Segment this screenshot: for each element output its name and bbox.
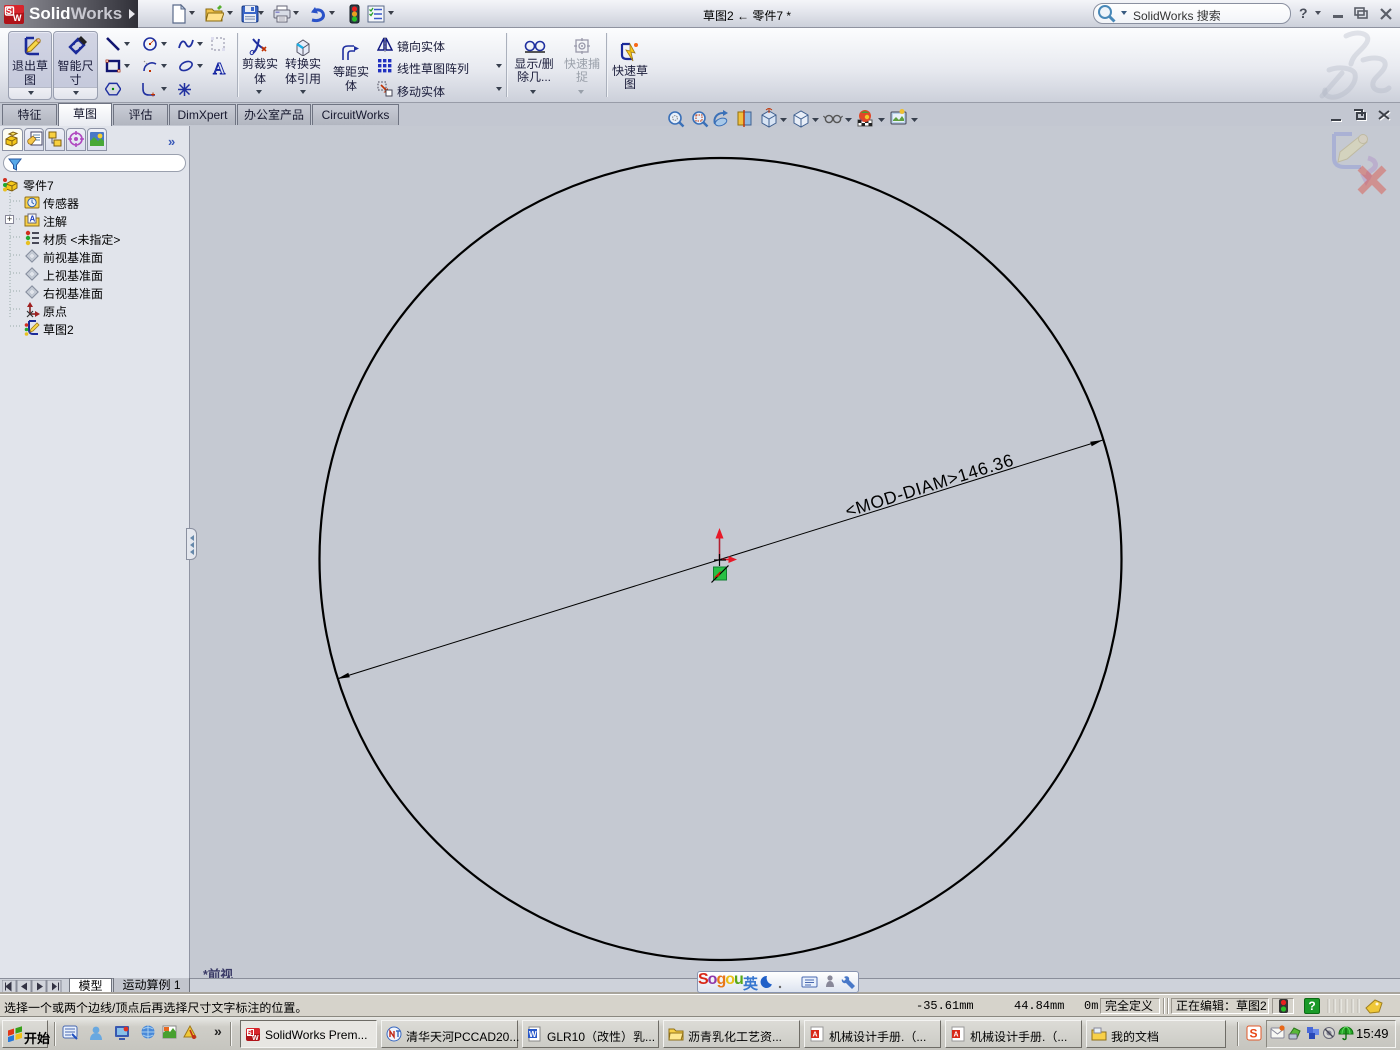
svg-text:S: S [6,6,12,16]
svg-text:S: S [1250,1027,1258,1041]
svg-text:W: W [13,13,22,23]
svg-text:W: W [252,1035,259,1042]
svg-text:A: A [213,60,226,77]
svg-text:A: A [813,1032,818,1039]
svg-text:A: A [30,215,36,224]
svg-text:A: A [954,1032,959,1039]
svg-text:W: W [529,1030,537,1039]
